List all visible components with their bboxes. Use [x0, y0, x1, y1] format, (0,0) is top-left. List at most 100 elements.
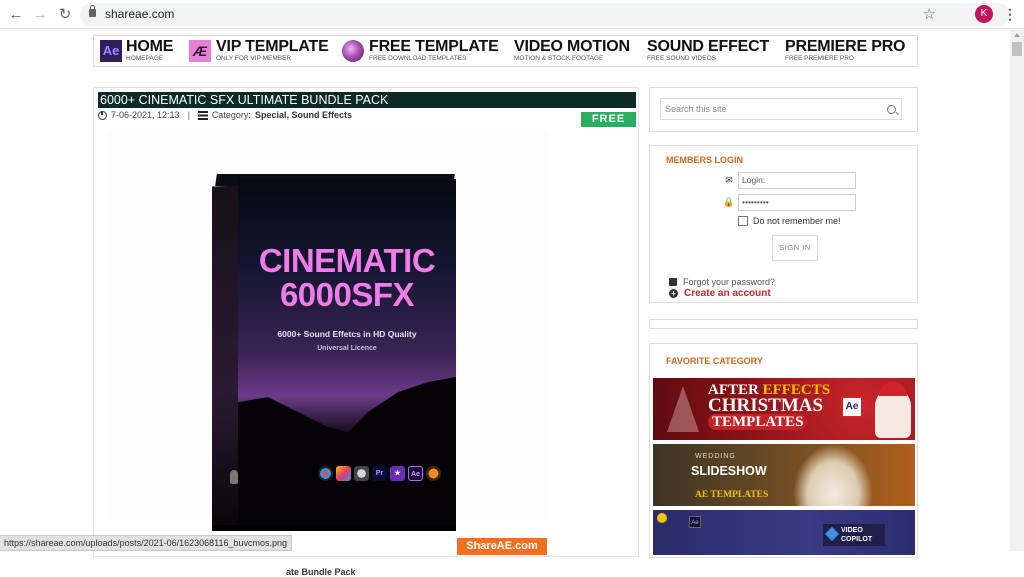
web-page: Ae HOME HOMEPAGE Æ VIP TEMPLATE ONLY FOR… [0, 30, 1010, 577]
nav-vip-subtitle: ONLY FOR VIP MEMBER [216, 55, 292, 62]
nav-sound-subtitle: FREE SOUND VIDEOS [647, 55, 716, 62]
back-arrow-icon[interactable]: ← [6, 5, 26, 25]
forward-arrow-icon[interactable]: → [30, 5, 50, 25]
banner2-slideshow: SLIDESHOW [691, 464, 767, 478]
box-title: CINEMATIC 6000SFX [238, 244, 456, 312]
url-text[interactable]: shareae.com [105, 7, 174, 21]
nav-free-template[interactable]: FREE TEMPLATE FREE DOWNLOAD TEMPLATES [342, 38, 499, 66]
box-title-line1: CINEMATIC [258, 242, 436, 279]
search-icon[interactable] [887, 105, 896, 114]
ae-gift-icon: Ae [841, 396, 863, 418]
shareae-watermark: ShareAE.com [457, 538, 547, 555]
remember-label[interactable]: Do not remember me! [753, 216, 841, 226]
envelope-icon: ✉ [725, 175, 733, 185]
nav-video-title[interactable]: VIDEO MOTION [514, 38, 630, 56]
article-date: 7-06-2021, 12:13 [111, 110, 180, 120]
box-title-line2: 6000SFX [279, 276, 415, 313]
nav-home-title[interactable]: HOME [126, 38, 173, 56]
nav-premiere-pro[interactable]: PREMIERE PRO FREE PREMIERE PRO [785, 38, 905, 66]
site-navigation: Ae HOME HOMEPAGE Æ VIP TEMPLATE ONLY FOR… [93, 35, 918, 67]
box-bottom-edge [212, 525, 456, 531]
password-input[interactable]: ••••••••• [738, 194, 856, 211]
scroll-up-arrow-icon[interactable] [1014, 33, 1020, 37]
search-widget: Search this site [649, 87, 918, 132]
banner1-templates: TEMPLATES [708, 414, 808, 430]
create-account-link[interactable]: + Create an account [669, 288, 771, 299]
banner-wedding-slideshow[interactable]: WEDDING SLIDESHOW AE TEMPLATES [653, 444, 915, 506]
banner-christmas-templates[interactable]: AFTER EFFECTS CHRISTMAS TEMPLATES Ae [653, 378, 915, 440]
browser-menu-icon[interactable]: ⋮ [1003, 6, 1017, 23]
santa-icon [875, 382, 911, 438]
after-effects-icon: Ae [408, 466, 423, 481]
free-orb-icon [342, 40, 364, 62]
box-subtitle: 6000+ Sound Effetcs in HD Quality [277, 329, 417, 339]
favorite-category-widget: FAVORITE CATEGORY AFTER EFFECTS CHRISTMA… [649, 343, 918, 558]
vip-ae-icon: Æ [189, 40, 211, 62]
meta-separator: | [187, 110, 190, 120]
bride-image [793, 444, 873, 506]
login-heading: MEMBERS LOGIN [666, 155, 744, 165]
nav-free-subtitle: FREE DOWNLOAD TEMPLATES [369, 55, 467, 62]
lock-icon [89, 5, 96, 17]
search-input[interactable]: Search this site [660, 98, 902, 120]
box-front-face: CINEMATIC 6000SFX 6000+ Sound Effetcs in… [238, 179, 456, 529]
plugin-badge-icon [657, 513, 667, 523]
bookmark-star-icon[interactable]: ☆ [923, 5, 936, 23]
create-account-label[interactable]: Create an account [684, 288, 771, 299]
article-caption: ate Bundle Pack [286, 567, 356, 577]
app-icon-row: Pr ★ Ae [318, 466, 441, 481]
nav-video-motion[interactable]: VIDEO MOTION MOTION & STOCK FOOTAGE [514, 38, 630, 66]
banner-video-copilot[interactable]: Ae VIDEO COPILOT [653, 510, 915, 555]
reload-icon[interactable]: ↻ [55, 5, 75, 25]
ae-mini-icon: Ae [689, 516, 701, 528]
video-copilot-logo: VIDEO COPILOT [823, 524, 885, 546]
nav-video-subtitle: MOTION & STOCK FOOTAGE [514, 55, 604, 62]
nav-home-subtitle: HOMEPAGE [126, 55, 164, 62]
link-status-bar: https://shareae.com/uploads/posts/2021-0… [0, 535, 293, 551]
nav-premiere-title[interactable]: PREMIERE PRO [785, 38, 905, 56]
nav-vip-title[interactable]: VIP TEMPLATE [216, 38, 329, 56]
fl-studio-icon [426, 466, 441, 481]
page-scrollbar[interactable] [1010, 30, 1024, 551]
category-links[interactable]: Special, Sound Effects [255, 110, 352, 120]
favorite-heading: FAVORITE CATEGORY [666, 356, 763, 366]
premiere-pro-icon: Pr [372, 466, 387, 481]
box-licence: Universal Licence [317, 345, 377, 352]
plus-circle-icon: + [669, 289, 678, 298]
profile-avatar[interactable]: K [975, 5, 993, 23]
remember-checkbox[interactable] [738, 216, 748, 226]
category-list-icon [197, 110, 208, 120]
password-row: 🔒 ••••••••• [722, 194, 856, 211]
imovie-star-icon: ★ [390, 466, 405, 481]
forgot-password-link[interactable]: Forgot your password? [669, 277, 775, 287]
scroll-thumb[interactable] [1012, 42, 1022, 56]
clock-icon [98, 110, 107, 120]
nav-home[interactable]: Ae HOME HOMEPAGE [100, 38, 180, 66]
address-bar[interactable]: shareae.com ☆ [80, 3, 1010, 26]
members-login-widget: MEMBERS LOGIN ✉ Login: 🔒 ••••••••• Do no… [649, 145, 918, 303]
browser-toolbar: ← → ↻ shareae.com ☆ K ⋮ [0, 0, 1024, 29]
article-title[interactable]: 6000+ CINEMATIC SFX ULTIMATE BUNDLE PACK [98, 92, 636, 108]
banner2-wedding: WEDDING [695, 453, 736, 460]
remember-row: Do not remember me! [738, 216, 841, 226]
forgot-password-label[interactable]: Forgot your password? [683, 277, 775, 287]
padlock-icon [669, 278, 677, 286]
nav-sound-title[interactable]: SOUND EFFECT [647, 38, 769, 56]
free-badge: FREE [581, 112, 636, 127]
nav-vip-template[interactable]: Æ VIP TEMPLATE ONLY FOR VIP MEMBER [189, 38, 329, 66]
banner1-christmas: CHRISTMAS [708, 395, 824, 416]
empty-widget [649, 319, 918, 329]
nav-free-title[interactable]: FREE TEMPLATE [369, 38, 499, 56]
sign-in-button[interactable]: SIGN IN [772, 235, 818, 261]
nav-sound-effect[interactable]: SOUND EFFECT FREE SOUND VIDEOS [647, 38, 769, 66]
motion-icon [354, 466, 369, 481]
final-cut-pro-icon [336, 466, 351, 481]
article-meta: 7-06-2021, 12:13 | Category: Special, So… [98, 110, 352, 120]
banner2-ae-templates: AE TEMPLATES [695, 490, 769, 500]
product-image[interactable]: CINEMATIC 6000SFX 6000+ Sound Effetcs in… [108, 132, 548, 555]
owl-logo-icon [230, 470, 238, 484]
davinci-resolve-icon [318, 466, 333, 481]
login-input[interactable]: Login: [738, 172, 856, 189]
mountain-silhouette [238, 376, 456, 529]
padlock-icon: 🔒 [723, 197, 735, 207]
